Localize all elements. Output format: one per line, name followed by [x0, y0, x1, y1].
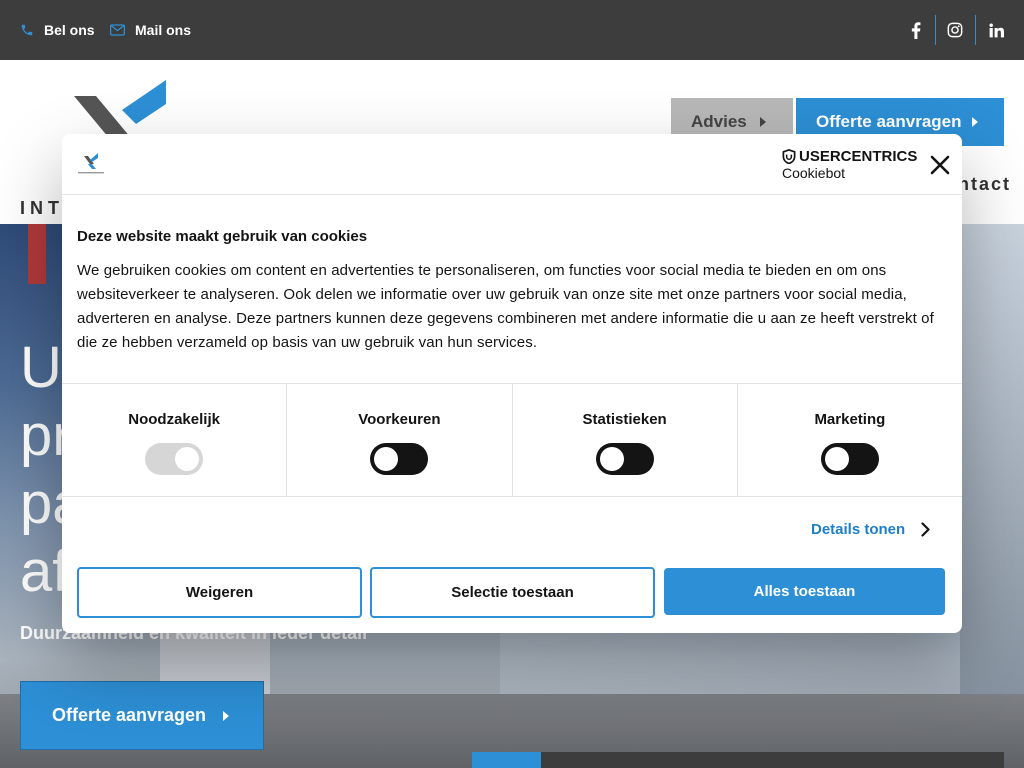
consent-label-preferences: Voorkeuren: [358, 411, 441, 428]
mail-us-link[interactable]: Mail ons: [110, 22, 191, 38]
caret-right-icon: [760, 117, 766, 127]
top-bar: Bel ons Mail ons: [0, 0, 1024, 60]
social-divider: [975, 15, 976, 45]
facebook-icon: [911, 21, 921, 39]
company-logo-text: INT: [20, 198, 64, 218]
deny-label: Weigeren: [185, 584, 254, 601]
show-details-link[interactable]: Details tonen: [811, 521, 930, 538]
hero-request-quote-button[interactable]: Offerte aanvragen: [20, 681, 264, 750]
toggle-knob: [599, 447, 624, 471]
close-icon[interactable]: [929, 154, 951, 176]
allow-selection-label: Selectie toestaan: [451, 584, 574, 601]
advies-label: Advies: [691, 112, 747, 131]
caret-right-icon: [223, 711, 229, 721]
hero-background-ceiling: [960, 224, 1024, 768]
shield-icon: [782, 149, 796, 164]
dialog-description: We gebruiken cookies om content en adver…: [77, 262, 934, 351]
toggle-knob: [175, 447, 200, 471]
nav-item-contact[interactable]: ntact: [958, 174, 1011, 195]
dialog-title: Deze website maakt gebruik van cookies: [77, 228, 368, 245]
call-us-link[interactable]: Bel ons: [20, 22, 95, 38]
toggle-statistics[interactable]: [595, 443, 654, 475]
cookiebot-label: Cookiebot: [782, 165, 846, 181]
usercentrics-label: USERCENTRICS: [799, 148, 918, 165]
consent-label-statistics: Statistieken: [582, 411, 667, 428]
hero-request-quote-label: Offerte aanvragen: [52, 705, 207, 725]
chevron-right-icon: [921, 522, 930, 537]
slider-indicator-track: [541, 752, 1004, 768]
deny-button[interactable]: Weigeren: [77, 567, 362, 618]
facebook-link[interactable]: [897, 15, 935, 45]
company-logo-mark[interactable]: [74, 70, 170, 144]
request-quote-label: Offerte aanvragen: [816, 112, 962, 131]
dialog-body: Deze website maakt gebruik van cookies W…: [77, 228, 947, 355]
consent-category-necessary: Noodzakelijk: [62, 384, 288, 496]
allow-all-button[interactable]: Alles toestaan: [664, 568, 945, 615]
call-us-label: Bel ons: [44, 22, 95, 38]
cookie-consent-dialog: USERCENTRICS Cookiebot Deze website maak…: [62, 134, 962, 633]
linkedin-icon: [988, 22, 1004, 37]
caret-right-icon: [972, 117, 978, 127]
show-details-label: Details tonen: [811, 521, 906, 538]
consent-category-marketing: Marketing: [738, 384, 962, 496]
allow-all-label: Alles toestaan: [753, 583, 856, 600]
phone-icon: [21, 24, 33, 36]
consent-categories: Noodzakelijk Voorkeuren Statistieken Mar…: [62, 383, 962, 497]
consent-category-statistics: Statistieken: [513, 384, 738, 496]
slider-indicator-active[interactable]: [472, 752, 541, 768]
toggle-preferences[interactable]: [370, 443, 429, 475]
instagram-icon: [947, 22, 963, 38]
instagram-link[interactable]: [936, 15, 974, 45]
allow-selection-button[interactable]: Selectie toestaan: [370, 567, 655, 618]
toggle-knob: [374, 447, 399, 471]
mail-icon: [110, 24, 125, 36]
consent-label-necessary: Noodzakelijk: [128, 411, 220, 428]
toggle-marketing[interactable]: [820, 443, 879, 475]
hero-background-detail: [28, 224, 46, 284]
toggle-knob: [824, 447, 849, 471]
consent-category-preferences: Voorkeuren: [287, 384, 513, 496]
linkedin-link[interactable]: [977, 15, 1015, 45]
usercentrics-cookiebot-brand[interactable]: USERCENTRICS Cookiebot: [782, 148, 917, 181]
toggle-necessary: [145, 443, 204, 475]
site-logo-small: [78, 153, 104, 174]
consent-label-marketing: Marketing: [814, 411, 886, 428]
mail-us-label: Mail ons: [135, 22, 192, 38]
dialog-header: USERCENTRICS Cookiebot: [62, 134, 962, 195]
